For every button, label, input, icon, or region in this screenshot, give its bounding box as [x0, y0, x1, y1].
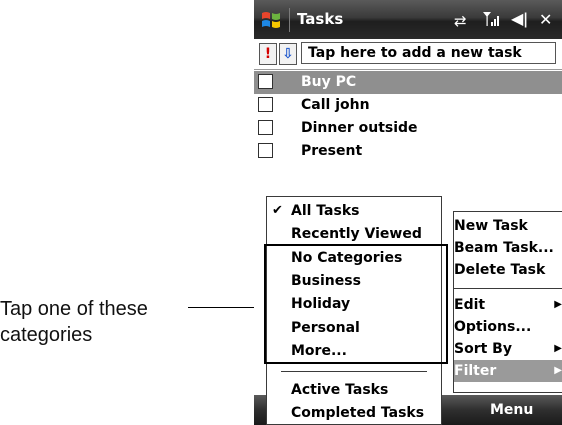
menu-item-label: Sort By	[454, 341, 512, 357]
submenu-arrow-icon: ▶	[554, 299, 562, 310]
main-menu: New Task Beam Task... Delete Task Edit ▶…	[453, 211, 562, 393]
menu-item-label: New Task	[454, 218, 528, 234]
submenu-arrow-icon: ▶	[554, 343, 562, 354]
menu-item-label: Completed Tasks	[291, 405, 425, 421]
menu-item-label: Active Tasks	[291, 382, 389, 398]
menu-item-delete-task[interactable]: Delete Task	[454, 259, 562, 281]
menu-item-options[interactable]: Options...	[454, 316, 562, 338]
menu-item-sort-by[interactable]: Sort By ▶	[454, 338, 562, 360]
task-checkbox[interactable]	[258, 120, 273, 135]
menu-item-filter[interactable]: Filter ▶	[454, 360, 562, 382]
sync-icon[interactable]: ⇄	[454, 12, 467, 30]
priority-sort-button[interactable]: !	[259, 43, 277, 65]
task-row[interactable]: Dinner outside	[254, 117, 562, 140]
task-label: Present	[301, 143, 363, 159]
menu-item-label: Beam Task...	[454, 240, 554, 256]
filter-item-recently-viewed[interactable]: Recently Viewed	[267, 223, 441, 245]
volume-icon[interactable]: ◀ǀ	[511, 9, 528, 28]
menu-item-label: Recently Viewed	[291, 226, 422, 242]
signal-icon[interactable]	[482, 10, 502, 28]
menu-separator	[454, 288, 562, 289]
windows-start-icon[interactable]	[260, 9, 282, 31]
task-label: Call john	[301, 97, 370, 113]
check-icon: ✔	[272, 203, 283, 218]
filter-item-all-tasks[interactable]: ✔ All Tasks	[267, 200, 441, 222]
menu-item-label: Filter	[454, 363, 497, 379]
callout-text: Tap one of these categories	[0, 296, 148, 348]
submenu-arrow-icon: ▶	[554, 365, 562, 376]
title-bar: Tasks ⇄ ◀ǀ ✕	[254, 0, 562, 39]
close-icon[interactable]: ✕	[539, 10, 552, 29]
menu-item-label: Edit	[454, 297, 486, 313]
menu-item-beam-task[interactable]: Beam Task...	[454, 237, 562, 259]
menu-item-edit[interactable]: Edit ▶	[454, 294, 562, 316]
window-title: Tasks	[297, 10, 344, 28]
categories-highlight-box	[264, 244, 448, 364]
task-checkbox[interactable]	[258, 97, 273, 112]
title-divider	[289, 8, 290, 32]
task-row[interactable]: Call john	[254, 94, 562, 117]
menu-item-label: Delete Task	[454, 262, 546, 278]
callout-line-1: Tap one of these	[0, 298, 148, 320]
filter-item-completed-tasks[interactable]: Completed Tasks	[267, 402, 441, 424]
sort-order-button[interactable]: ⇩	[279, 43, 297, 65]
task-label: Dinner outside	[301, 120, 418, 136]
new-task-toolbar: ! ⇩ Tap here to add a new task	[254, 39, 562, 70]
menu-item-label: Options...	[454, 319, 532, 335]
callout-line-2: categories	[0, 324, 93, 346]
menu-item-label: All Tasks	[291, 203, 360, 219]
task-checkbox[interactable]	[258, 143, 273, 158]
new-task-input[interactable]: Tap here to add a new task	[301, 42, 556, 64]
menu-item-new-task[interactable]: New Task	[454, 215, 562, 237]
menu-separator	[281, 371, 427, 372]
task-row[interactable]: Buy PC	[254, 71, 562, 94]
task-checkbox[interactable]	[258, 74, 273, 89]
filter-item-active-tasks[interactable]: Active Tasks	[267, 379, 441, 401]
task-label: Buy PC	[301, 74, 357, 90]
task-row[interactable]: Present	[254, 140, 562, 163]
menu-softkey[interactable]: Menu	[490, 402, 533, 418]
